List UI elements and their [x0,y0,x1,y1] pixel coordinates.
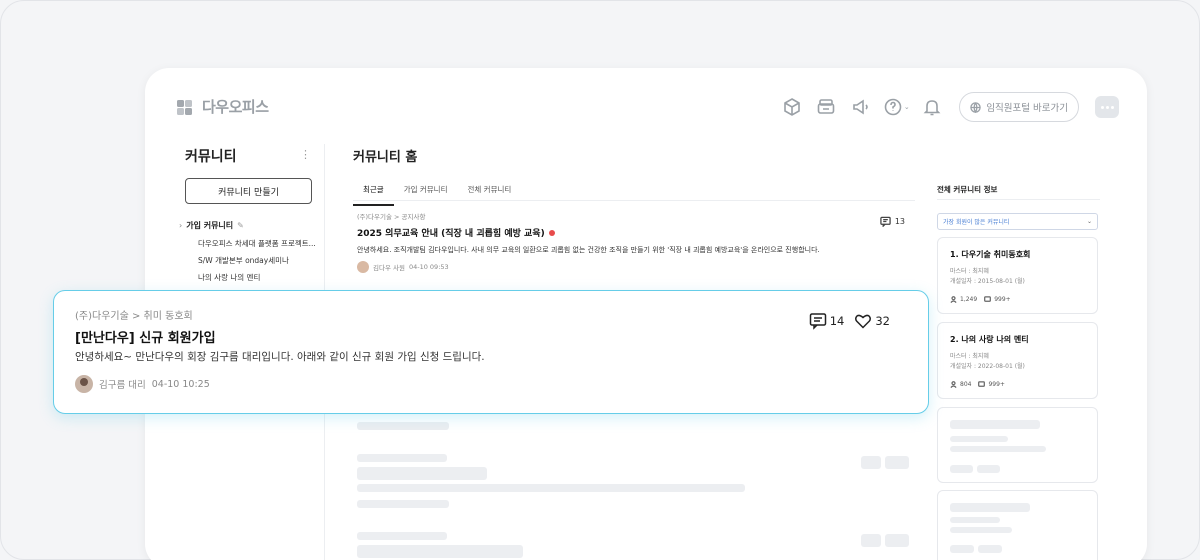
sidebar-item[interactable]: 다우오피스 차세대 플랫폼 프로젝트... [198,238,316,249]
chevron-right-icon: › [179,221,183,230]
skeleton-line [357,484,745,492]
tab-bar: 최근글 가입 커뮤니티 전체 커뮤니티 [353,182,521,206]
post-breadcrumb: (주)다우기술 > 공지사항 [357,213,426,221]
comment-icon [880,216,891,227]
post-date: 04-10 10:25 [151,378,210,390]
sidebar-group-joined[interactable]: › 가입 커뮤니티 ✎ [179,220,244,231]
skeleton-line [950,545,974,553]
comment-count[interactable]: 14 [809,312,844,330]
avatar [75,375,93,393]
sidebar-group-label: 가입 커뮤니티 [186,221,234,230]
highlighted-post-card[interactable]: (주)다우기술 > 취미 동호회 [만난다우] 신규 회원가입 안녕하세요~ 만… [53,290,929,414]
page-title: 커뮤니티 홈 [353,150,418,165]
post-date: 04-10 09:53 [408,263,449,271]
right-panel-title: 전체 커뮤니티 정보 [937,185,998,194]
like-count[interactable]: 32 [854,312,890,330]
skeleton-line [950,503,1030,512]
post-stats: 14 32 [809,312,890,330]
tab-divider [353,200,915,201]
community-master: 마스터 : 최지혜 [950,353,989,360]
community-name: 2. 나의 사랑 나의 멘티 [950,335,1029,344]
logo-icon [177,99,192,115]
community-opened: 개설일자 : 2022-08-01 (월) [950,363,1025,370]
post-title[interactable]: [만난다우] 신규 회원가입 [75,327,216,346]
heart-icon [855,314,872,329]
skeleton-line [950,420,1040,429]
skeleton-line [885,456,909,469]
kebab-icon[interactable]: ⋮ [300,148,311,161]
post-author: 김다우 사원 [373,264,405,272]
community-card-skeleton [937,407,1098,483]
skeleton-line [357,500,449,508]
skeleton-line [950,527,1012,533]
sidebar-title: 커뮤니티 [185,149,237,165]
sort-select[interactable]: 가장 회원이 많은 커뮤니티 ⌄ [937,213,1098,230]
skeleton-line [978,545,1002,553]
box-icon[interactable] [775,92,809,122]
community-master: 마스터 : 최지혜 [950,268,989,275]
community-card-skeleton [937,490,1098,560]
post-body: 안녕하세요~ 만난다우의 회장 김구름 대리입니다. 아래와 같이 신규 회원 … [75,351,485,363]
megaphone-icon[interactable] [843,92,877,122]
community-card[interactable]: 2. 나의 사랑 나의 멘티 마스터 : 최지혜 개설일자 : 2022-08-… [937,322,1098,399]
skeleton-line [950,446,1046,452]
post-meta: 김다우 사원 04-10 09:53 [357,261,913,273]
app-logo[interactable]: 다우오피스 [175,96,269,117]
help-icon[interactable]: ⌄ [877,92,915,122]
skeleton-line [861,534,881,547]
skeleton-line [950,465,973,473]
pencil-icon[interactable]: ✎ [237,221,244,230]
post-title[interactable]: 2025 의무교육 안내 (직장 내 괴롭힘 예방 교육) [357,226,545,239]
comment-count[interactable]: 13 [880,216,905,227]
skeleton-line [357,545,523,558]
post-meta: 김구름 대리 04-10 10:25 [75,375,210,393]
skeleton-line [950,517,1000,523]
new-badge [548,229,555,236]
portal-label: 임직원포털 바로가기 [986,103,1068,114]
avatar [357,261,369,273]
tab-all[interactable]: 전체 커뮤니티 [458,182,522,206]
skeleton-line [357,467,487,480]
header-actions: ⌄ 임직원포털 바로가기 [775,92,1119,122]
tab-recent[interactable]: 최근글 [353,182,394,206]
comment-icon [978,381,986,387]
post-title-row: 2025 의무교육 안내 (직장 내 괴롭힘 예방 교육) [357,226,913,239]
bell-icon[interactable] [915,92,949,122]
create-community-button[interactable]: 커뮤니티 만들기 [185,178,312,204]
globe-icon [970,101,982,113]
comment-icon [809,313,826,330]
sidebar-item[interactable]: 나의 사랑 나의 멘티 [198,272,260,283]
sidebar-item[interactable]: S/W 개발본부 onday세미나 [198,255,289,266]
post-breadcrumb: (주)다우기술 > 취미 동호회 [75,311,193,322]
tab-joined[interactable]: 가입 커뮤니티 [394,182,458,206]
logo-text: 다우오피스 [202,98,269,116]
chevron-down-icon: ⌄ [903,103,910,111]
skeleton-line [950,436,1008,442]
printer-icon[interactable] [809,92,843,122]
chevron-down-icon: ⌄ [1086,218,1092,225]
community-name: 1. 다우기술 취미동호회 [950,250,1031,259]
post-item[interactable]: (주)다우기술 > 공지사항 2025 의무교육 안내 (직장 내 괴롭힘 예방… [357,211,913,273]
community-stats: 804 999+ [950,381,1005,388]
user-icon [950,296,957,303]
skeleton-line [977,465,1000,473]
skeleton-line [885,534,909,547]
comment-icon [984,296,992,302]
community-stats: 1,249 999+ [950,296,1011,303]
more-menu-button[interactable] [1095,96,1119,118]
right-panel-divider [937,199,1100,200]
user-icon [950,381,957,388]
community-card[interactable]: 1. 다우기술 취미동호회 마스터 : 최지혜 개설일자 : 2015-08-0… [937,237,1098,314]
skeleton-line [357,454,447,462]
skeleton-line [357,422,449,430]
skeleton-line [861,456,881,469]
community-opened: 개설일자 : 2015-08-01 (월) [950,278,1025,285]
post-author: 김구름 대리 [99,380,146,391]
post-body: 안녕하세요. 조직개발팀 김다우입니다. 사내 의무 교육의 일환으로 괴롭힘 … [357,246,820,254]
portal-button[interactable]: 임직원포털 바로가기 [959,92,1079,122]
skeleton-line [357,532,447,540]
